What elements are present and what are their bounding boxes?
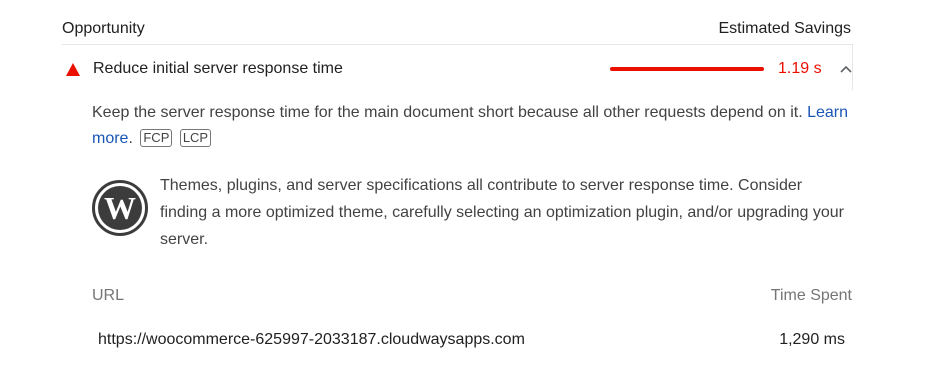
estimated-savings-column-label: Estimated Savings	[718, 20, 851, 37]
learn-more-suffix: .	[128, 130, 133, 147]
time-spent-cell: 1,290 ms	[779, 331, 845, 348]
chevron-up-icon[interactable]	[839, 62, 853, 76]
metric-tag-fcp: FCP	[140, 129, 173, 147]
description-text: Keep the server response time for the ma…	[92, 104, 808, 121]
table-row: https://woocommerce-625997-2033187.cloud…	[98, 328, 845, 352]
audit-summary-row[interactable]: Reduce initial server response time 1.19…	[62, 52, 853, 86]
savings-value: 1.19 s	[778, 60, 822, 77]
opportunity-header: Opportunity Estimated Savings	[62, 14, 851, 44]
url-cell: https://woocommerce-625997-2033187.cloud…	[98, 331, 525, 348]
time-spent-column-header: Time Spent	[770, 287, 852, 304]
url-column-header: URL	[92, 287, 125, 304]
savings-bar	[610, 67, 764, 71]
fail-triangle-icon	[66, 62, 80, 76]
stack-pack-text: Themes, plugins, and server specificatio…	[160, 177, 844, 248]
metric-tag-lcp: LCP	[179, 129, 212, 147]
svg-text:W: W	[104, 190, 136, 226]
table-header: URL Time Spent	[92, 284, 852, 308]
header-divider	[62, 44, 853, 45]
stack-pack-advice: W Themes, plugins, and server specificat…	[92, 172, 852, 252]
audit-title: Reduce initial server response time	[93, 60, 343, 77]
audit-description: Keep the server response time for the ma…	[92, 100, 852, 152]
wordpress-logo-icon: W	[92, 180, 148, 236]
opportunity-column-label: Opportunity	[62, 20, 145, 37]
